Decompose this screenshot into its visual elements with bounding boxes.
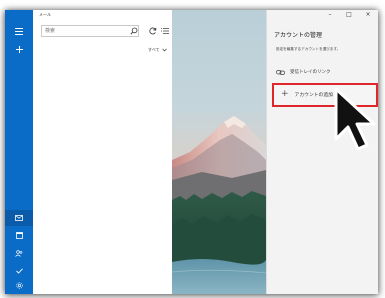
calendar-icon[interactable]	[5, 228, 33, 244]
filter-dropdown[interactable]: すべて	[148, 47, 167, 53]
link-icon	[276, 69, 285, 75]
search-input[interactable]	[45, 26, 125, 36]
maximize-button[interactable]: □	[341, 10, 357, 20]
todo-icon[interactable]	[5, 263, 33, 279]
background-landscape-image	[172, 10, 266, 294]
plus-icon: +	[281, 89, 289, 99]
manage-accounts-panel: アカウントの管理 設定を編集するアカウントを選びます。 受信トレイのリンク + …	[266, 10, 378, 294]
close-button[interactable]: ×	[360, 10, 376, 20]
panel-title: アカウントの管理	[274, 32, 323, 39]
screen: メール すべて	[0, 0, 385, 298]
hamburger-icon[interactable]	[5, 24, 33, 40]
select-mode-icon[interactable]	[161, 27, 169, 35]
chevron-down-icon	[161, 48, 167, 52]
window-controls: – □ ×	[318, 10, 378, 20]
link-inboxes-label: 受信トレイのリンク	[290, 70, 331, 75]
mail-icon[interactable]	[5, 210, 33, 226]
search-box[interactable]	[41, 25, 139, 37]
search-icon[interactable]	[130, 27, 138, 35]
people-icon[interactable]	[5, 246, 33, 262]
new-mail-plus-icon[interactable]	[5, 42, 33, 58]
panel-subtitle: 設定を編集するアカウントを選びます。	[276, 47, 341, 51]
add-account-label: アカウントの追加	[294, 93, 333, 98]
settings-icon[interactable]	[5, 278, 33, 294]
app-title: メール	[39, 12, 51, 17]
mail-list-pane: メール すべて	[33, 10, 172, 294]
nav-rail	[5, 10, 33, 294]
minimize-button[interactable]: –	[322, 10, 338, 20]
filter-label: すべて	[148, 47, 160, 52]
sync-icon[interactable]	[149, 27, 157, 35]
add-account-button[interactable]: + アカウントの追加	[272, 83, 378, 107]
link-inboxes-item[interactable]: 受信トレイのリンク	[276, 67, 376, 77]
mail-app-window: メール すべて	[5, 10, 378, 294]
